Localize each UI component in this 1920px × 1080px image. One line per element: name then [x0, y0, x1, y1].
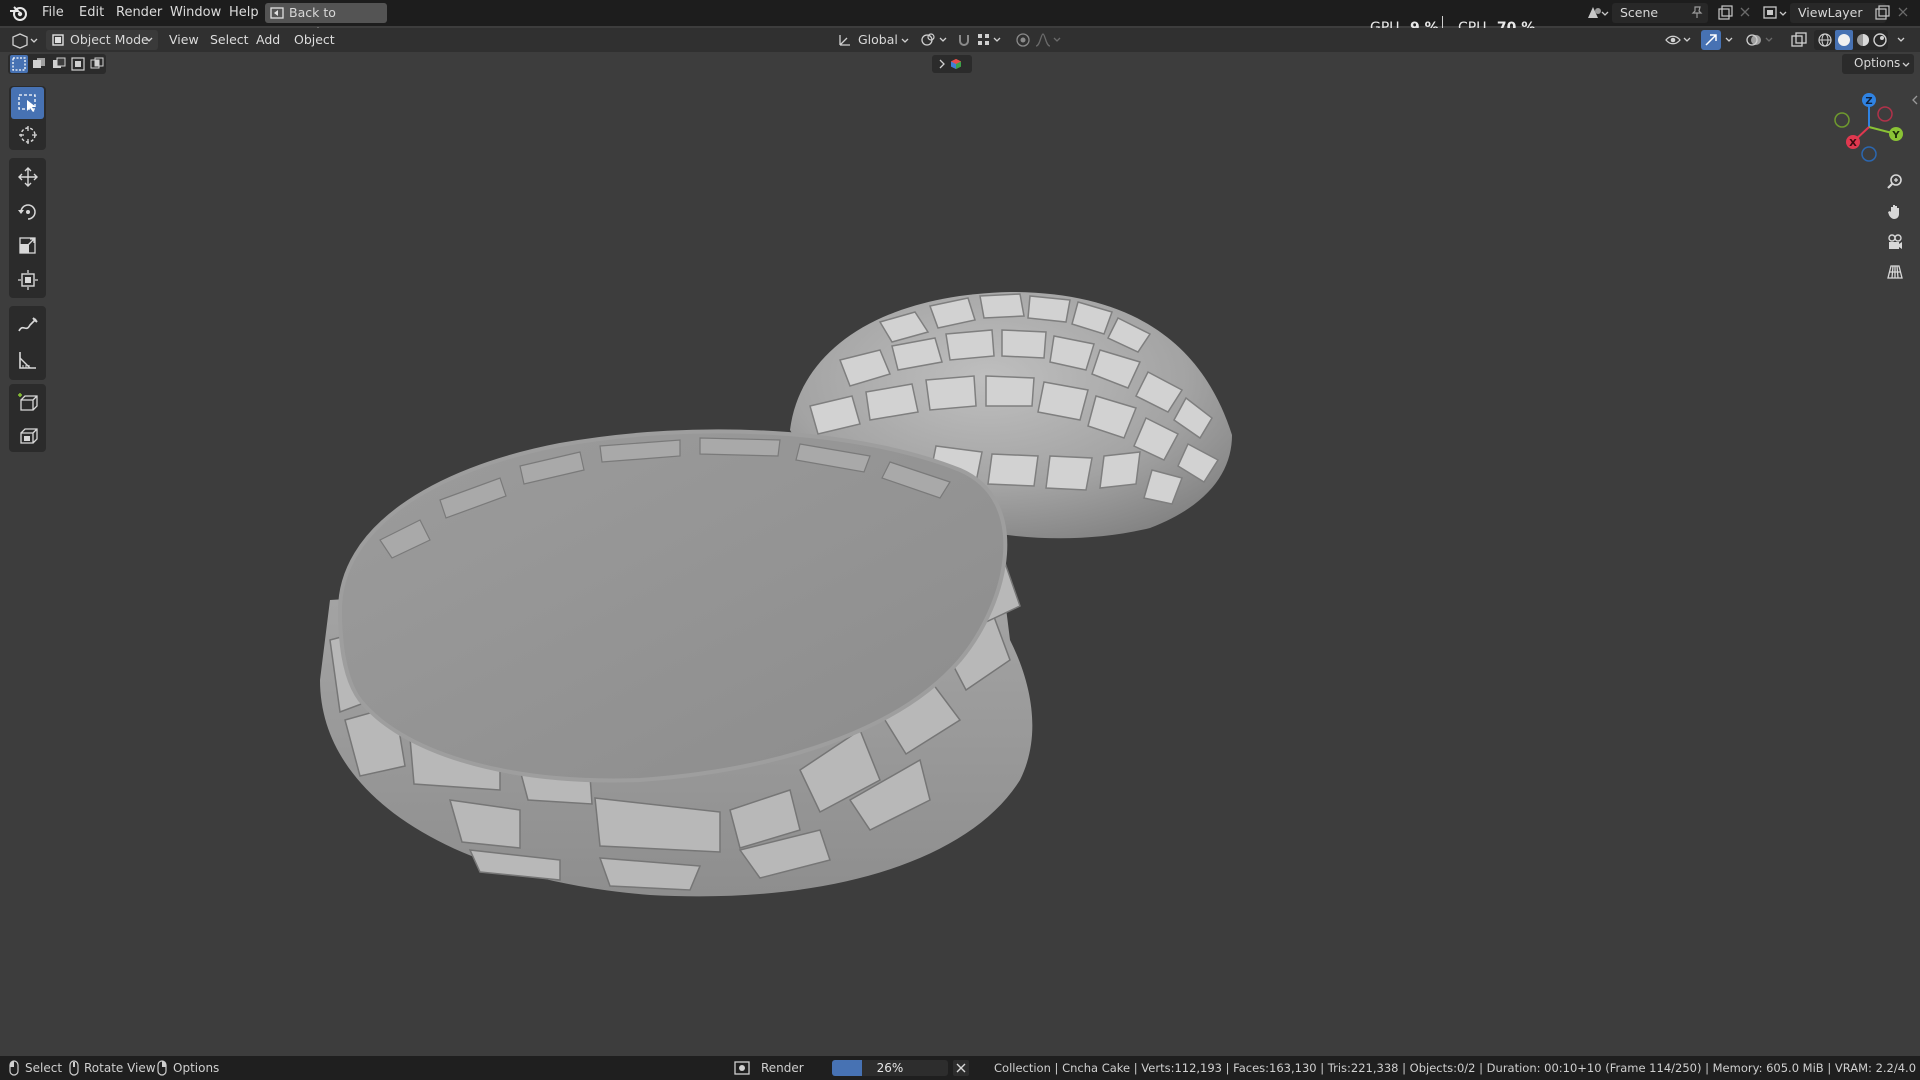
close-icon — [956, 1063, 966, 1073]
zoom-view-button[interactable] — [1881, 168, 1909, 196]
hand-icon — [1888, 205, 1899, 219]
gizmo-x-label: X — [1849, 138, 1857, 149]
render-job-icon[interactable] — [733, 1059, 751, 1080]
cancel-render-button[interactable] — [953, 1060, 969, 1076]
navigation-gizmo[interactable]: Z Y X — [1832, 90, 1912, 164]
pan-view-button[interactable] — [1881, 198, 1909, 226]
grid-perspective-icon — [1887, 265, 1903, 279]
camera-icon — [1888, 234, 1902, 249]
mouse-middle-icon — [69, 1060, 79, 1079]
gizmo-y-label: Y — [1891, 130, 1900, 141]
camera-view-button[interactable] — [1881, 228, 1909, 256]
status-options-hint: Options — [173, 1061, 220, 1075]
mouse-right-icon — [157, 1060, 167, 1079]
status-rotate-view-hint: Rotate View — [84, 1061, 156, 1075]
gizmo-z-label: Z — [1865, 96, 1872, 107]
mouse-left-icon — [9, 1060, 19, 1079]
render-job-label: Render — [761, 1061, 804, 1075]
zoom-icon — [1887, 174, 1902, 189]
status-select-hint: Select — [25, 1061, 63, 1075]
render-progress-bar: 26% — [832, 1060, 948, 1076]
render-progress-text: 26% — [876, 1061, 904, 1075]
viewport-scene[interactable] — [0, 0, 1920, 1080]
scene-statistics: Collection | Cncha Cake | Verts:112,193 … — [994, 1061, 1920, 1075]
status-bar: Select Rotate View Options Render 26% Co… — [0, 1056, 1920, 1080]
toggle-perspective-button[interactable] — [1881, 258, 1909, 286]
cake-base-mesh[interactable] — [320, 429, 1033, 897]
